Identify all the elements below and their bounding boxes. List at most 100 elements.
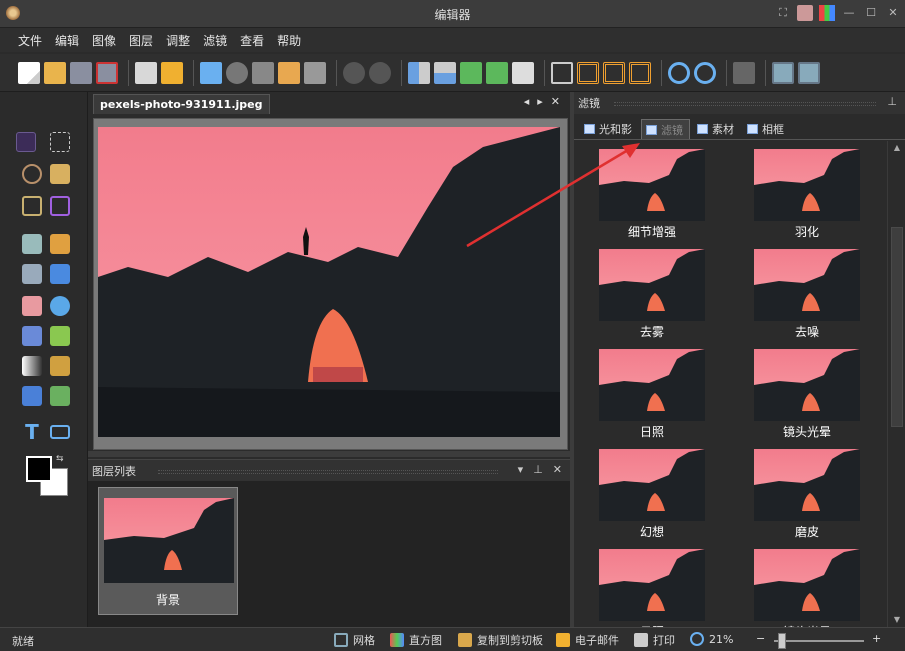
- cut-icon[interactable]: [226, 61, 248, 84]
- zoom-in-icon[interactable]: [668, 61, 690, 84]
- filter-item[interactable]: 去噪: [753, 241, 861, 339]
- rect-select-icon[interactable]: [50, 132, 70, 152]
- rotate-free-icon[interactable]: [512, 61, 534, 84]
- menu-adjust[interactable]: 调整: [166, 32, 190, 49]
- eraser-icon[interactable]: [22, 296, 42, 316]
- filter-item[interactable]: 去雾: [598, 241, 706, 339]
- print-button[interactable]: 打印: [634, 632, 675, 648]
- tab-next-icon[interactable]: ▸: [537, 95, 543, 108]
- eyedropper-icon[interactable]: [22, 234, 42, 254]
- layer-item[interactable]: 背景: [98, 487, 238, 615]
- redo-icon[interactable]: [369, 61, 391, 84]
- clone-stamp-icon[interactable]: [50, 356, 70, 376]
- filter-item[interactable]: 镜头光晕: [753, 541, 861, 627]
- image-tool-icon[interactable]: [50, 386, 70, 406]
- crop-icon[interactable]: [50, 196, 70, 216]
- menu-filter[interactable]: 滤镜: [203, 32, 227, 49]
- menu-layer[interactable]: 图层: [129, 32, 153, 49]
- tab-filters[interactable]: 滤镜: [641, 119, 690, 139]
- brush-icon[interactable]: [50, 264, 70, 284]
- zoom-out-icon[interactable]: [694, 61, 716, 84]
- tab-materials[interactable]: 素材: [693, 119, 740, 139]
- copy-window-icon[interactable]: [200, 61, 222, 84]
- horizontal-splitter[interactable]: [88, 451, 570, 457]
- grid-orange-icon[interactable]: [577, 61, 599, 84]
- filter-item[interactable]: 羽化: [753, 141, 861, 239]
- rotate-right-icon[interactable]: [486, 61, 508, 84]
- copy-clipboard-button[interactable]: 复制到剪切板: [458, 632, 543, 648]
- text-tool-icon[interactable]: T: [22, 422, 42, 442]
- grid-orange-icon[interactable]: [603, 61, 625, 84]
- menu-file[interactable]: 文件: [18, 32, 42, 49]
- save-icon[interactable]: [70, 61, 92, 84]
- save-as-icon[interactable]: [96, 61, 118, 84]
- color-replace-icon[interactable]: [22, 386, 42, 406]
- scroll-up-icon[interactable]: ▲: [892, 143, 902, 153]
- rotate-left-icon[interactable]: [460, 61, 482, 84]
- close-icon[interactable]: ✕: [553, 463, 562, 476]
- document-tab[interactable]: pexels-photo-931911.jpeg: [93, 94, 270, 114]
- foreground-color-swatch[interactable]: [26, 456, 52, 482]
- pencil-icon[interactable]: [50, 234, 70, 254]
- histogram-button[interactable]: 直方图: [390, 632, 442, 648]
- zoom-slider[interactable]: [768, 632, 864, 649]
- menu-view[interactable]: 查看: [240, 32, 264, 49]
- delete-icon[interactable]: [304, 61, 326, 84]
- fullscreen-icon[interactable]: ⛶: [775, 5, 791, 21]
- grid-orange-icon[interactable]: [629, 61, 651, 84]
- filter-scrollbar[interactable]: ▲ ▼: [887, 141, 905, 627]
- zoom-knob[interactable]: [778, 633, 786, 649]
- filter-item[interactable]: 磨皮: [753, 441, 861, 539]
- image-canvas[interactable]: [93, 118, 568, 450]
- tab-prev-icon[interactable]: ◂: [524, 95, 530, 108]
- polygon-lasso-icon[interactable]: [22, 196, 42, 216]
- tab-light-shadow[interactable]: 光和影: [580, 119, 638, 139]
- fit-window-icon[interactable]: [772, 61, 794, 84]
- print-icon[interactable]: [135, 61, 157, 84]
- filter-item[interactable]: 细节增强: [598, 141, 706, 239]
- paint-bucket-icon[interactable]: [22, 326, 42, 346]
- magic-wand-icon[interactable]: [50, 164, 70, 184]
- zoom-in-button[interactable]: +: [872, 632, 881, 645]
- shape-tool-icon[interactable]: [50, 425, 70, 439]
- filter-item[interactable]: 镜头光晕: [753, 341, 861, 439]
- grid-button[interactable]: 网格: [334, 632, 375, 648]
- maximize-icon[interactable]: ☐: [863, 5, 879, 21]
- copy-icon[interactable]: [252, 61, 274, 84]
- zoom-out-button[interactable]: −: [756, 632, 765, 645]
- color-grid-icon[interactable]: [819, 5, 835, 21]
- menu-edit[interactable]: 编辑: [55, 32, 79, 49]
- menu-image[interactable]: 图像: [92, 32, 116, 49]
- close-icon[interactable]: ✕: [885, 5, 901, 21]
- filter-item[interactable]: 幻想: [598, 441, 706, 539]
- open-folder-icon[interactable]: [44, 61, 66, 84]
- sharpen-icon[interactable]: [50, 326, 70, 346]
- flip-vertical-icon[interactable]: [434, 61, 456, 84]
- pointer-tool-icon[interactable]: [16, 132, 36, 152]
- select-icon[interactable]: [733, 61, 755, 84]
- actual-size-icon[interactable]: [798, 61, 820, 84]
- tab-close-icon[interactable]: ✕: [551, 95, 560, 108]
- tab-frames[interactable]: 相框: [743, 119, 790, 139]
- undo-icon[interactable]: [343, 61, 365, 84]
- grid-icon[interactable]: [551, 61, 573, 84]
- filter-item[interactable]: 日照: [598, 541, 706, 627]
- scroll-thumb[interactable]: [891, 227, 903, 427]
- new-file-icon[interactable]: [18, 61, 40, 84]
- filter-item[interactable]: 日照: [598, 341, 706, 439]
- email-button[interactable]: 电子邮件: [556, 632, 619, 648]
- lasso-icon[interactable]: [22, 164, 42, 184]
- scroll-down-icon[interactable]: ▼: [892, 615, 902, 625]
- blur-drop-icon[interactable]: [50, 296, 70, 316]
- pin-icon[interactable]: ⊥: [533, 463, 543, 476]
- avatar-icon[interactable]: [797, 5, 813, 21]
- paste-icon[interactable]: [278, 61, 300, 84]
- pin-icon[interactable]: ⊥: [887, 95, 897, 108]
- flip-horizontal-icon[interactable]: [408, 61, 430, 84]
- dropdown-icon[interactable]: ▾: [518, 463, 524, 476]
- gradient-icon[interactable]: [22, 356, 42, 376]
- menu-help[interactable]: 帮助: [277, 32, 301, 49]
- email-icon[interactable]: [161, 61, 183, 84]
- swap-colors-icon[interactable]: ⇆: [56, 454, 64, 464]
- line-icon[interactable]: [22, 264, 42, 284]
